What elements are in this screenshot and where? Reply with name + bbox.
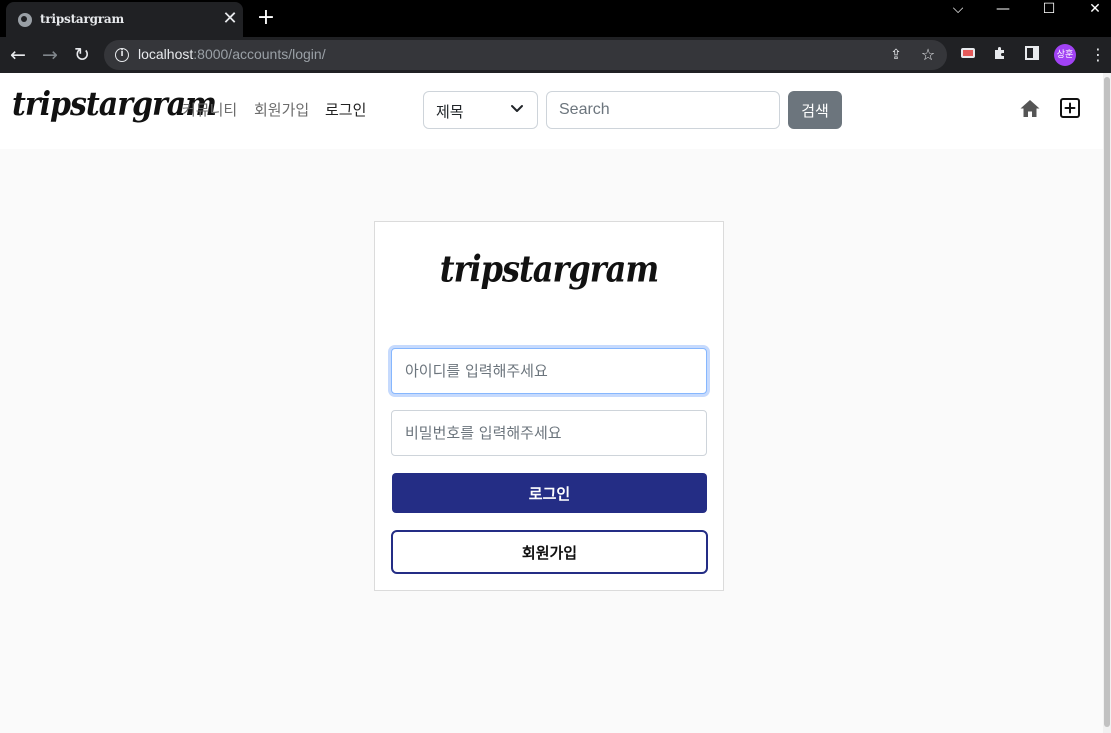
scrollbar[interactable]: [1103, 73, 1111, 733]
share-icon[interactable]: ⇪: [886, 45, 906, 65]
browser-tab[interactable]: tripstargram ✕: [6, 2, 243, 37]
extension-app-icon[interactable]: [958, 45, 978, 65]
site-info-icon[interactable]: i: [115, 48, 129, 62]
close-window-icon[interactable]: ✕: [1073, 0, 1111, 20]
nav-link-login[interactable]: 로그인: [325, 99, 366, 120]
add-post-icon[interactable]: [1059, 97, 1081, 119]
browser-toolbar: ← → ↻ i localhost:8000/accounts/login/ ⇪…: [0, 37, 1111, 73]
login-button[interactable]: 로그인: [392, 473, 707, 513]
puzzle-extensions-icon[interactable]: [990, 45, 1010, 65]
tab-close-icon[interactable]: ✕: [221, 10, 239, 28]
page-viewport: tripstargram 커뮤니티 회원가입 로그인 제목 검색 tripsta…: [0, 73, 1103, 733]
url-text: localhost:8000/accounts/login/: [138, 46, 326, 62]
login-brand-logo: tripstargram: [439, 247, 659, 291]
back-arrow-icon[interactable]: ←: [5, 42, 31, 68]
browser-tab-bar: tripstargram ✕ + ⌵ — ☐ ✕: [0, 0, 1111, 37]
home-icon[interactable]: [1018, 97, 1042, 121]
address-bar[interactable]: i localhost:8000/accounts/login/ ⇪ ☆: [104, 40, 947, 70]
password-field[interactable]: [391, 410, 707, 456]
nav-link-signup[interactable]: 회원가입: [254, 99, 309, 120]
search-category-value: 제목: [436, 103, 464, 121]
minimize-icon[interactable]: —: [981, 0, 1025, 20]
forward-arrow-icon[interactable]: →: [37, 42, 63, 68]
maximize-icon[interactable]: ☐: [1027, 0, 1071, 20]
tab-title: tripstargram: [40, 12, 124, 26]
side-panel-icon[interactable]: [1022, 45, 1042, 65]
login-card: tripstargram 로그인 회원가입: [374, 221, 724, 591]
url-path: :8000/accounts/login/: [193, 46, 326, 62]
profile-avatar[interactable]: 상훈: [1054, 44, 1076, 66]
search-button[interactable]: 검색: [788, 91, 842, 129]
nav-link-community[interactable]: 커뮤니티: [182, 99, 237, 120]
tab-search-icon[interactable]: ⌵: [936, 0, 980, 20]
new-tab-icon[interactable]: +: [255, 7, 277, 29]
site-navbar: tripstargram 커뮤니티 회원가입 로그인 제목 검색: [0, 73, 1103, 149]
username-field[interactable]: [391, 348, 707, 394]
scrollbar-thumb[interactable]: [1104, 77, 1110, 727]
search-input[interactable]: [546, 91, 780, 129]
globe-icon: [18, 13, 32, 27]
signup-button[interactable]: 회원가입: [391, 530, 708, 574]
reload-icon[interactable]: ↻: [69, 42, 95, 68]
search-category-select[interactable]: 제목: [423, 91, 538, 129]
url-host: localhost: [138, 46, 194, 62]
bookmark-star-icon[interactable]: ☆: [918, 45, 938, 65]
browser-menu-icon[interactable]: ⋮: [1088, 45, 1108, 65]
chevron-down-icon: [510, 101, 524, 119]
